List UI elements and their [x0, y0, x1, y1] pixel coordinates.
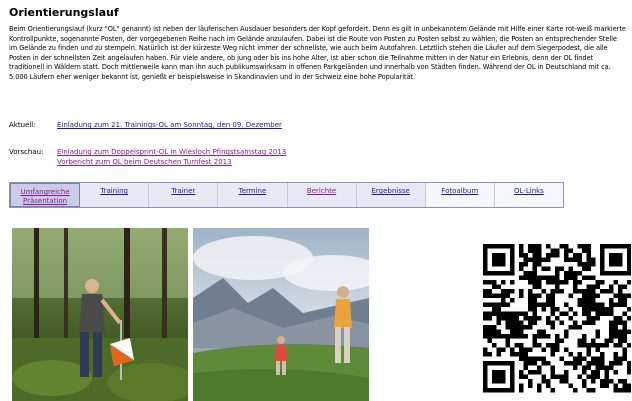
aktuell-link[interactable]: Einladung zum 21. Trainings-OL am Sonnta…	[57, 121, 282, 131]
intro-line: Posten in der schnellsten Zeit angelaufe…	[9, 53, 594, 62]
aktuell-label: Aktuell:	[9, 121, 36, 129]
vorschau-link-doppelsprint[interactable]: Einladung zum Doppelsprint-OL in Wiesloc…	[57, 148, 286, 158]
photo-forest-orienteering[interactable]	[12, 228, 188, 401]
nav-item-praesentation[interactable]: Umfangreiche Präsentation	[10, 183, 81, 207]
intro-text: Beim Orientierungslauf (kurz "OL" genann…	[9, 25, 632, 82]
nav-label[interactable]: Umfangreiche	[20, 188, 69, 196]
vorschau-link-turnfest[interactable]: Vorbericht zum OL beim Deutschen Turnfes…	[57, 158, 232, 168]
nav-label[interactable]: Training	[100, 187, 128, 195]
nav-label[interactable]: OL-Links	[514, 187, 544, 195]
nav-item-termine[interactable]: Termine	[218, 183, 288, 207]
nav-item-fotoalbum[interactable]: Fotoalbum	[425, 183, 495, 207]
nav-item-ergebnisse[interactable]: Ergebnisse	[357, 183, 426, 207]
qr-code-graphic	[483, 244, 631, 393]
nav-bar: Umfangreiche Präsentation Training Train…	[9, 182, 564, 208]
intro-line: Kontrollpunkte, sogenannte Posten, der v…	[9, 34, 617, 43]
nav-label[interactable]: Fotoalbum	[441, 187, 478, 195]
nav-label[interactable]: Trainer	[171, 187, 195, 195]
nav-label[interactable]: Berichte	[307, 187, 336, 195]
nav-item-trainer[interactable]: Trainer	[149, 183, 219, 207]
qr-code-icon[interactable]	[483, 244, 631, 401]
nav-label[interactable]: Präsentation	[23, 197, 67, 205]
nav-item-training[interactable]: Training	[80, 183, 150, 207]
nav-item-berichte[interactable]: Berichte	[288, 183, 357, 207]
intro-line: im Gelände zu finden und zu stempeln. Na…	[9, 44, 608, 52]
mountain-photo-image	[193, 228, 369, 401]
forest-photo-image	[12, 228, 188, 401]
intro-line: Beim Orientierungslauf (kurz "OL" genann…	[9, 25, 626, 33]
intro-line: traditionell in Wäldern statt. Doch mitt…	[9, 63, 611, 71]
intro-line: 5.000 Läufern eher weniger bekannt ist, …	[9, 72, 416, 81]
nav-label[interactable]: Ergebnisse	[372, 187, 410, 195]
photo-mountain-scene[interactable]	[193, 228, 369, 401]
vorschau-label: Vorschau:	[9, 148, 44, 156]
nav-label[interactable]: Termine	[239, 187, 267, 195]
nav-item-ol-links[interactable]: OL-Links	[494, 183, 563, 207]
page: Orientierungslauf Beim Orientierungslauf…	[0, 0, 632, 401]
page-title: Orientierungslauf	[9, 6, 119, 19]
